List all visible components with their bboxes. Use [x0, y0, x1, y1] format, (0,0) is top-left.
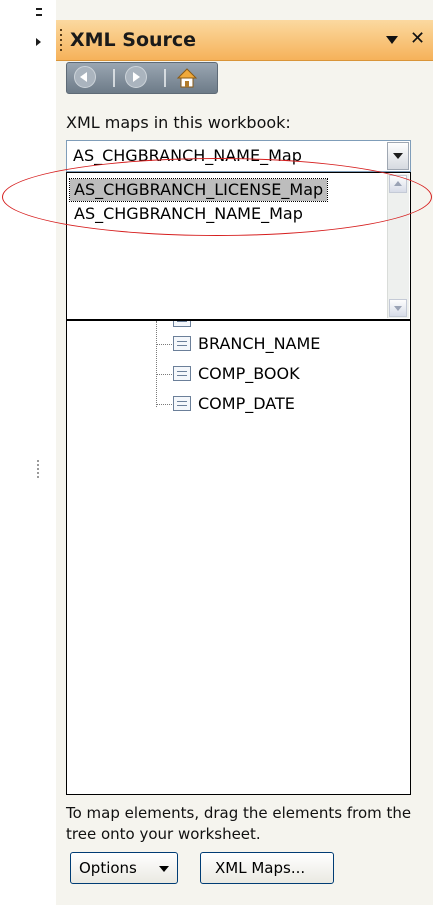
triangle-down-icon[interactable] [386, 36, 398, 44]
tree-item-label: COMP_BOOK [198, 364, 300, 383]
xml-source-pane: XML Source ✕ XML maps in this workbook: … [56, 0, 433, 905]
tree-connector [156, 321, 157, 407]
scroll-down-icon[interactable] [389, 299, 407, 317]
xml-map-dropdown-list: AS_CHGBRANCH_LICENSE_Map AS_CHGBRANCH_NA… [66, 172, 411, 320]
close-icon[interactable]: ✕ [410, 28, 425, 49]
xml-maps-button[interactable]: XML Maps... [200, 852, 334, 884]
forward-button[interactable] [125, 66, 149, 90]
navigation-toolbar [66, 62, 218, 94]
mapping-hint: To map elements, drag the elements from … [66, 804, 412, 843]
chevron-down-icon [159, 866, 169, 872]
options-button-label: Options [79, 859, 137, 877]
dropdown-scrollbar[interactable] [387, 174, 409, 318]
forward-arrow-icon [125, 66, 147, 88]
splitter-grip-icon[interactable] [37, 460, 39, 480]
xml-element-tree: BRANCH_NAME COMP_BOOK COMP_DATE [66, 320, 411, 795]
tree-item-label: BRANCH_NAME [198, 334, 321, 353]
xml-element-icon [173, 321, 191, 327]
pane-title: XML Source [70, 29, 197, 51]
xml-element-icon [173, 396, 191, 411]
xml-map-select[interactable]: AS_CHGBRANCH_NAME_Map [66, 140, 411, 172]
xml-maps-button-label: XML Maps... [215, 859, 306, 877]
tree-item-label: COMP_DATE [198, 394, 295, 413]
dropdown-option-name-map[interactable]: AS_CHGBRANCH_NAME_Map [70, 203, 307, 225]
scroll-up-icon[interactable] [389, 175, 407, 193]
expand-arrow-icon[interactable] [36, 38, 41, 46]
pane-titlebar[interactable]: XML Source ✕ [56, 20, 433, 61]
maps-label: XML maps in this workbook: [66, 113, 291, 132]
home-button[interactable] [175, 66, 199, 90]
back-arrow-icon [74, 66, 96, 88]
options-button[interactable]: Options [70, 852, 178, 884]
dropdown-option-license-map[interactable]: AS_CHGBRANCH_LICENSE_Map [68, 178, 329, 202]
chevron-down-icon[interactable] [387, 142, 409, 170]
back-button[interactable] [74, 66, 98, 90]
selected-map-value: AS_CHGBRANCH_NAME_Map [73, 146, 302, 165]
xml-element-icon [173, 336, 191, 351]
worksheet-edge [0, 0, 58, 905]
toolbar-separator [164, 69, 166, 87]
drag-grip-icon[interactable] [60, 29, 62, 54]
toolbar-edge-marks [36, 8, 42, 20]
toolbar-separator [113, 69, 115, 87]
xml-element-icon [173, 366, 191, 381]
home-icon [176, 68, 198, 88]
